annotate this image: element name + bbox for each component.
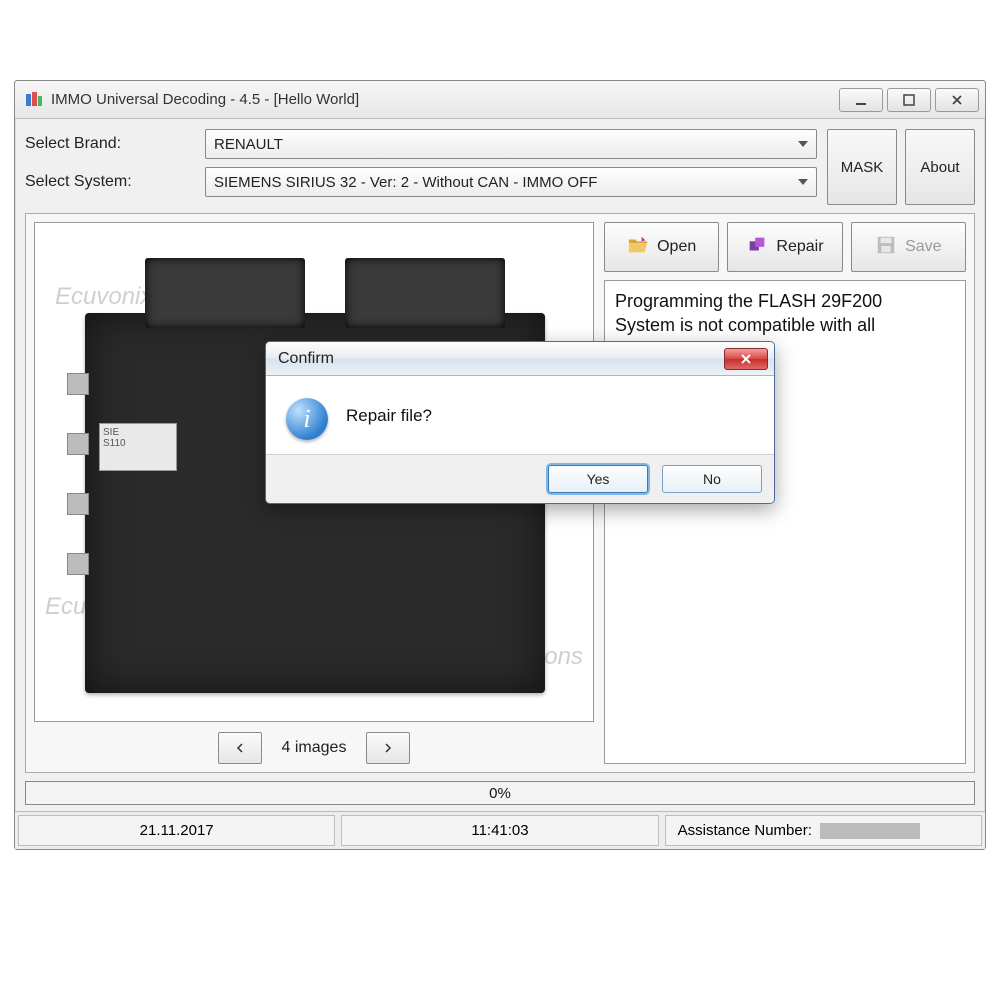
selection-form: Select Brand: RENAULT Select System: SIE… (15, 119, 985, 209)
save-button[interactable]: Save (851, 222, 966, 272)
system-select[interactable]: SIEMENS SIRIUS 32 - Ver: 2 - Without CAN… (205, 167, 817, 197)
brand-value: RENAULT (214, 136, 283, 153)
status-date: 21.11.2017 (18, 815, 335, 846)
titlebar: IMMO Universal Decoding - 4.5 - [Hello W… (15, 81, 985, 119)
no-button[interactable]: No (662, 465, 762, 493)
system-value: SIEMENS SIRIUS 32 - Ver: 2 - Without CAN… (214, 174, 597, 191)
about-button[interactable]: About (905, 129, 975, 205)
assist-label: Assistance Number: (678, 822, 812, 839)
progress-bar: 0% (25, 781, 975, 805)
status-time: 11:41:03 (341, 815, 658, 846)
repair-button[interactable]: Repair (727, 222, 842, 272)
next-image-button[interactable] (366, 732, 410, 764)
confirm-dialog: Confirm i Repair file? Yes No (265, 341, 775, 504)
close-button[interactable] (935, 88, 979, 112)
window-controls (839, 88, 979, 112)
folder-open-icon (627, 234, 649, 261)
info-line: Programming the FLASH 29F200 (615, 289, 955, 313)
dialog-buttons: Yes No (266, 454, 774, 503)
maximize-button[interactable] (887, 88, 931, 112)
dialog-titlebar: Confirm (266, 342, 774, 376)
system-label: Select System: (25, 173, 205, 191)
assist-number-redacted (820, 823, 920, 839)
progress-text: 0% (489, 785, 511, 802)
mask-button[interactable]: MASK (827, 129, 897, 205)
info-icon: i (286, 398, 328, 440)
info-line: System is not compatible with all (615, 313, 955, 337)
status-bar: 21.11.2017 11:41:03 Assistance Number: (15, 811, 985, 849)
brand-select[interactable]: RENAULT (205, 129, 817, 159)
minimize-button[interactable] (839, 88, 883, 112)
dialog-title: Confirm (278, 350, 334, 368)
app-icon (25, 91, 43, 109)
repair-label: Repair (776, 238, 823, 256)
status-assistance: Assistance Number: (665, 815, 982, 846)
brand-label: Select Brand: (25, 135, 205, 153)
save-label: Save (905, 238, 941, 256)
main-window: IMMO Universal Decoding - 4.5 - [Hello W… (14, 80, 986, 850)
image-navigation: 4 images (34, 732, 594, 764)
save-icon (875, 234, 897, 261)
yes-button[interactable]: Yes (548, 465, 648, 493)
prev-image-button[interactable] (218, 732, 262, 764)
repair-icon (746, 234, 768, 261)
dialog-close-button[interactable] (724, 348, 768, 370)
window-title: IMMO Universal Decoding - 4.5 - [Hello W… (51, 91, 359, 108)
dialog-message: Repair file? (346, 398, 432, 426)
open-button[interactable]: Open (604, 222, 719, 272)
open-label: Open (657, 238, 696, 256)
image-count-label: 4 images (282, 739, 347, 757)
